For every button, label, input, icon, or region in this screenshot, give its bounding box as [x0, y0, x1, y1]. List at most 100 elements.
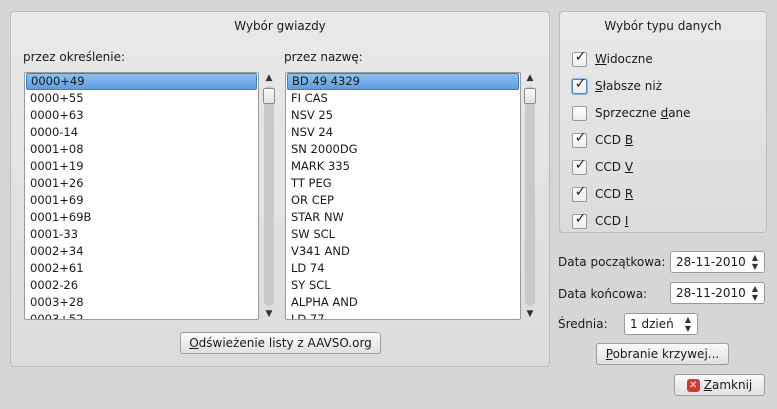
checkbox[interactable]: ✓: [572, 48, 587, 67]
list-item[interactable]: 0001-33: [25, 226, 258, 243]
checkmark-icon: ✓: [574, 210, 587, 227]
data-type-option[interactable]: ✓ CCD V: [572, 157, 633, 176]
list-item[interactable]: 0000+63: [25, 107, 258, 124]
list-item[interactable]: 0000+49: [26, 73, 257, 90]
list-item[interactable]: NSV 25: [286, 107, 520, 124]
list-item[interactable]: BD 49 4329: [287, 73, 519, 90]
checkmark-icon: ✓: [574, 183, 587, 200]
list-item[interactable]: FI CAS: [286, 90, 520, 107]
list-item[interactable]: 0000+55: [25, 90, 258, 107]
label-pre: CCD: [595, 160, 625, 174]
label-mnemonic: W: [595, 52, 607, 66]
spin-arrows-icon[interactable]: ▲ ▼: [750, 253, 760, 271]
star-selection-title: Wybór gwiazdy: [234, 19, 326, 33]
list-item[interactable]: 0001+19: [25, 158, 258, 175]
list-item[interactable]: OR CEP: [286, 192, 520, 209]
label-pre: CCD: [595, 214, 625, 228]
checkbox[interactable]: ✓: [572, 157, 587, 175]
list-item[interactable]: 0001+69B: [25, 209, 258, 226]
label-pre: Sprzeczne: [595, 106, 661, 120]
list-item[interactable]: 0002+61: [25, 260, 258, 277]
list-item[interactable]: 0003+28: [25, 294, 258, 311]
list-item[interactable]: TT PEG: [286, 175, 520, 192]
fetch-label-post: obranie krzywej...: [612, 347, 720, 361]
list-item[interactable]: 0001+69: [25, 192, 258, 209]
checkbox-label: CCD I: [595, 214, 628, 228]
designation-scrollbar[interactable]: ▲ ▼: [262, 72, 276, 320]
name-list[interactable]: BD 49 4329 FI CAS NSV 25 NSV 24 SN 2000DG MAR…: [285, 72, 521, 320]
label-pre: CCD: [595, 187, 625, 201]
close-icon: ✕: [686, 379, 700, 392]
list-item[interactable]: SY SCL: [286, 277, 520, 294]
checkmark-icon: ✓: [574, 129, 587, 146]
data-type-option[interactable]: ✓ Widoczne: [572, 48, 653, 68]
designation-list[interactable]: 0000+49 0000+55 0000+63 0000-14 0001+08 0001+…: [24, 72, 259, 320]
list-item[interactable]: V341 AND: [286, 243, 520, 260]
checkmark-icon: ✓: [574, 48, 587, 65]
by-designation-label: przez określenie:: [23, 50, 126, 64]
list-item[interactable]: ALPHA AND: [286, 294, 520, 311]
list-item[interactable]: LD 77: [286, 311, 520, 319]
checkbox[interactable]: ✓: [572, 210, 587, 229]
list-item[interactable]: NSV 24: [286, 124, 520, 141]
checkbox-label: CCD V: [595, 160, 633, 174]
fetch-curve-button[interactable]: Pobranie krzywej...: [596, 343, 729, 365]
list-item[interactable]: 0003+52: [25, 311, 258, 319]
start-date-label: Data początkowa:: [558, 255, 666, 269]
checkmark-icon: ✓: [574, 75, 587, 92]
scrollbar-track[interactable]: [525, 86, 535, 306]
scroll-up-icon[interactable]: ▲: [523, 72, 537, 84]
label-pre: CCD: [595, 133, 625, 147]
list-item[interactable]: STAR NW: [286, 209, 520, 226]
refresh-label-post: dświeżenie listy z AAVSO.org: [198, 336, 372, 350]
end-date-value: 28-11-2010: [676, 286, 746, 300]
fetch-label-mnemonic: P: [605, 347, 613, 361]
checkbox[interactable]: ✓: [572, 183, 587, 202]
checkbox[interactable]: ✓: [572, 129, 587, 148]
data-type-option[interactable]: ✓ CCD I: [572, 210, 628, 230]
scroll-down-icon[interactable]: ▼: [262, 308, 276, 320]
label-mnemonic: R: [624, 187, 634, 201]
close-label-mnemonic: Z: [703, 378, 712, 392]
label-post: ane: [668, 106, 691, 120]
average-label: Średnia:: [558, 317, 608, 331]
average-value: 1 dzień: [630, 317, 674, 331]
scrollbar-thumb[interactable]: [524, 88, 536, 104]
scrollbar-thumb[interactable]: [263, 88, 275, 104]
label-mnemonic: I: [624, 214, 629, 228]
data-type-option[interactable]: Sprzeczne dane: [572, 104, 691, 122]
list-item[interactable]: 0001+26: [25, 175, 258, 192]
list-item[interactable]: MARK 335: [286, 158, 520, 175]
list-item[interactable]: LD 74: [286, 260, 520, 277]
checkbox-label: CCD B: [595, 133, 633, 147]
data-type-title: Wybór typu danych: [604, 19, 722, 33]
spin-arrows-icon[interactable]: ▲ ▼: [683, 315, 693, 333]
average-field[interactable]: 1 dzień ▲ ▼: [624, 313, 698, 335]
start-date-value: 28-11-2010: [676, 255, 746, 269]
checkbox[interactable]: [572, 105, 587, 121]
data-type-option[interactable]: ✓ CCD R: [572, 183, 634, 203]
data-type-option[interactable]: ✓ Słabsze niż: [572, 75, 662, 95]
end-date-field[interactable]: 28-11-2010 ▲ ▼: [670, 282, 765, 304]
scrollbar-track[interactable]: [264, 86, 274, 306]
list-item[interactable]: SW SCL: [286, 226, 520, 243]
refresh-list-button[interactable]: Odświeżenie listy z AAVSO.org: [180, 332, 381, 354]
close-button[interactable]: ✕ Zamknij: [674, 374, 765, 396]
checkbox[interactable]: ✓: [572, 75, 587, 94]
list-item[interactable]: SN 2000DG: [286, 141, 520, 158]
start-date-field[interactable]: 28-11-2010 ▲ ▼: [670, 251, 765, 273]
by-name-label: przez nazwę:: [284, 50, 363, 64]
name-scrollbar[interactable]: ▲ ▼: [523, 72, 537, 320]
list-item[interactable]: 0002-26: [25, 277, 258, 294]
data-type-option[interactable]: ✓ CCD B: [572, 129, 633, 149]
label-post: idoczne: [606, 52, 653, 66]
end-date-label: Data końcowa:: [558, 287, 648, 301]
list-item[interactable]: 0000-14: [25, 124, 258, 141]
list-item[interactable]: 0002+34: [25, 243, 258, 260]
scroll-up-icon[interactable]: ▲: [262, 72, 276, 84]
list-item[interactable]: 0001+08: [25, 141, 258, 158]
spin-arrows-icon[interactable]: ▲ ▼: [750, 284, 760, 302]
label-mnemonic: S: [595, 79, 603, 93]
checkbox-label: Widoczne: [595, 52, 653, 66]
scroll-down-icon[interactable]: ▼: [523, 308, 537, 320]
